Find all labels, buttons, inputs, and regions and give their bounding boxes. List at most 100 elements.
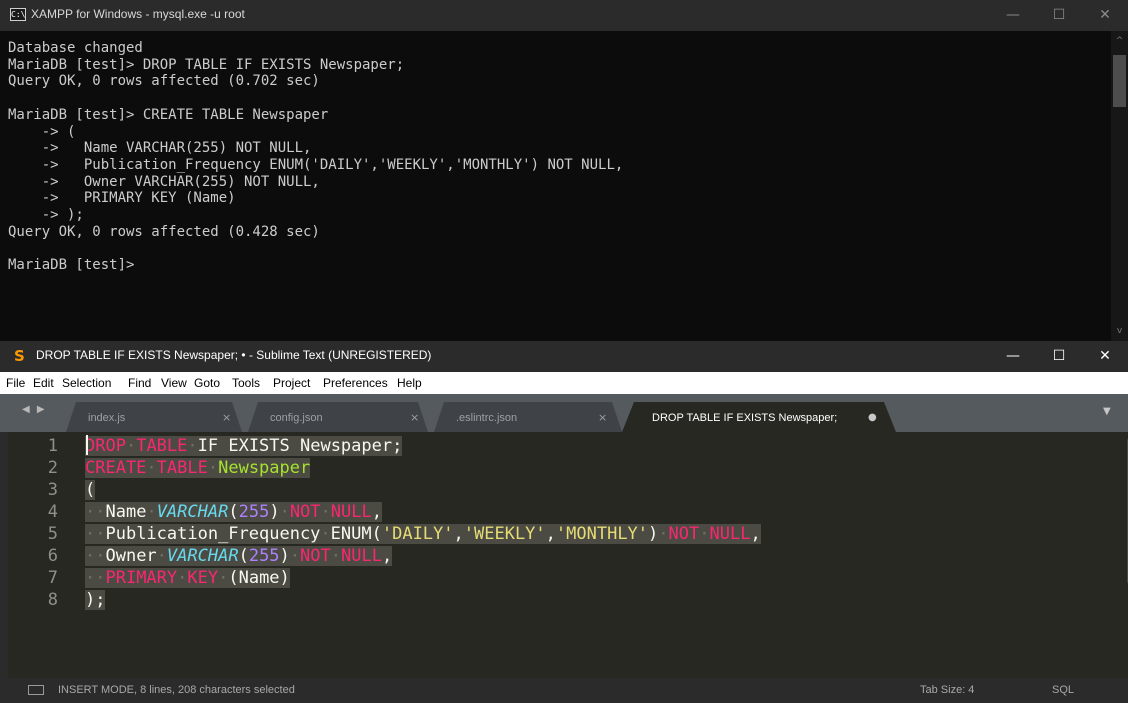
code-token: Name xyxy=(105,502,147,522)
menu-file[interactable]: File xyxy=(6,376,25,390)
sublime-maximize-button[interactable]: ☐ xyxy=(1036,341,1082,372)
console-icon: C:\ xyxy=(10,8,26,21)
code-token: 'WEEKLY' xyxy=(463,524,546,544)
code-token: 'DAILY' xyxy=(381,524,454,544)
line-number: 6 xyxy=(47,546,58,566)
menu-bar: File Edit Selection Find View Goto Tools… xyxy=(0,372,1128,394)
code-token: NULL xyxy=(330,502,372,522)
console-titlebar[interactable]: C:\ XAMPP for Windows - mysql.exe -u roo… xyxy=(0,0,1128,31)
code-token: 255 xyxy=(248,546,280,566)
tab-close-icon[interactable]: × xyxy=(222,411,231,424)
tab-bar: ◀ ▶ index.js × config.json × .eslintrc.j… xyxy=(0,394,1128,432)
code-token: · xyxy=(146,458,157,478)
code-token: DROP xyxy=(85,436,126,456)
menu-tools[interactable]: Tools xyxy=(232,376,260,390)
line-number: 1 xyxy=(47,436,58,456)
code-line-7: ··PRIMARY·KEY·(Name) xyxy=(85,568,290,590)
code-token: VARCHAR xyxy=(156,502,229,522)
tab-config-json[interactable]: config.json × xyxy=(258,402,419,432)
sublime-logo-icon: S xyxy=(14,347,25,365)
code-token: Owner xyxy=(105,546,157,566)
code-token: · xyxy=(146,502,157,522)
sublime-titlebar[interactable]: S DROP TABLE IF EXISTS Newspaper; • - Su… xyxy=(0,341,1128,372)
code-token: IF EXISTS Newspaper; xyxy=(197,436,403,456)
sublime-window: S DROP TABLE IF EXISTS Newspaper; • - Su… xyxy=(0,341,1128,703)
menu-find[interactable]: Find xyxy=(128,376,151,390)
code-line-8: ); xyxy=(85,590,106,612)
code-token: · xyxy=(207,458,219,478)
code-token: · xyxy=(279,502,290,522)
panel-toggle-icon[interactable] xyxy=(28,685,44,695)
status-text: INSERT MODE, 8 lines, 208 characters sel… xyxy=(58,684,295,696)
sublime-minimize-button[interactable]: — xyxy=(990,341,1036,372)
code-token: TABLE xyxy=(136,436,188,456)
code-token: · xyxy=(320,502,331,522)
console-minimize-button[interactable]: — xyxy=(990,0,1036,31)
code-token: Publication_Frequency xyxy=(105,524,321,544)
code-token: Newspaper xyxy=(218,458,311,478)
console-scrollbar[interactable]: ^ v xyxy=(1111,31,1128,341)
unsaved-dot-icon[interactable]: ● xyxy=(868,412,877,423)
tab-nav-arrows-icon[interactable]: ◀ ▶ xyxy=(22,404,47,415)
menu-view[interactable]: View xyxy=(161,376,187,390)
console-scroll-thumb[interactable] xyxy=(1113,55,1126,107)
line-number: 5 xyxy=(47,524,58,544)
code-token: (Name) xyxy=(228,568,290,588)
menu-edit[interactable]: Edit xyxy=(33,376,54,390)
scroll-down-icon[interactable]: v xyxy=(1111,323,1128,339)
code-token: ·· xyxy=(85,524,106,544)
line-number: 8 xyxy=(47,590,58,610)
console-close-button[interactable]: ✕ xyxy=(1082,0,1128,31)
code-editor[interactable]: 1 2 3 4 5 6 7 8 DROP·TABLE·IF EXISTS New… xyxy=(8,432,1128,678)
menu-help[interactable]: Help xyxy=(397,376,422,390)
tab-label: .eslintrc.json xyxy=(456,412,518,424)
line-number: 2 xyxy=(47,458,58,478)
code-token: 'MONTHLY' xyxy=(555,524,649,544)
code-token: ( xyxy=(238,546,249,566)
line-number-gutter: 1 2 3 4 5 6 7 8 xyxy=(8,432,80,678)
tab-active-drop-table[interactable]: DROP TABLE IF EXISTS Newspaper; ● xyxy=(640,402,890,432)
code-token: , xyxy=(381,546,393,566)
code-token: 255 xyxy=(238,502,270,522)
menu-project[interactable]: Project xyxy=(273,376,310,390)
console-output[interactable]: Database changed MariaDB [test]> DROP TA… xyxy=(8,40,1108,340)
tab-index-js[interactable]: index.js × xyxy=(76,402,236,432)
code-token: PRIMARY xyxy=(105,568,178,588)
code-token: ( xyxy=(228,502,239,522)
code-token: , xyxy=(750,524,761,544)
sublime-close-button[interactable]: ✕ xyxy=(1082,341,1128,372)
menu-preferences[interactable]: Preferences xyxy=(323,376,388,390)
scroll-up-icon[interactable]: ^ xyxy=(1111,33,1128,49)
menu-goto[interactable]: Goto xyxy=(194,376,220,390)
tab-size-indicator[interactable]: Tab Size: 4 xyxy=(920,684,974,696)
code-line-3: ( xyxy=(85,480,96,502)
code-token: TABLE xyxy=(156,458,208,478)
code-token: ) xyxy=(269,502,280,522)
console-title: XAMPP for Windows - mysql.exe -u root xyxy=(31,7,245,21)
line-number: 3 xyxy=(47,480,58,500)
code-token: ·· xyxy=(85,502,106,522)
code-line-1: DROP·TABLE·IF EXISTS Newspaper; xyxy=(85,436,403,458)
code-token: ·· xyxy=(85,568,106,588)
code-token: KEY xyxy=(187,568,219,588)
menu-selection[interactable]: Selection xyxy=(62,376,111,390)
tab-close-icon[interactable]: × xyxy=(598,411,607,424)
text-cursor xyxy=(86,435,88,455)
sublime-title: DROP TABLE IF EXISTS Newspaper; • - Subl… xyxy=(36,348,432,362)
console-maximize-button[interactable]: ☐ xyxy=(1036,0,1082,31)
code-token: · xyxy=(658,524,669,544)
code-token: VARCHAR xyxy=(166,546,239,566)
code-token: ENUM( xyxy=(330,524,382,544)
tab-eslintrc-json[interactable]: .eslintrc.json × xyxy=(444,402,614,432)
code-token: , xyxy=(453,524,464,544)
tab-close-icon[interactable]: × xyxy=(410,411,419,424)
code-token: · xyxy=(177,568,188,588)
console-window: C:\ XAMPP for Windows - mysql.exe -u roo… xyxy=(0,0,1128,341)
code-token: ) xyxy=(279,546,290,566)
tab-overflow-icon[interactable]: ▼ xyxy=(1103,406,1111,417)
code-token: · xyxy=(156,546,167,566)
code-token: · xyxy=(187,436,198,456)
code-token: NULL xyxy=(709,524,751,544)
syntax-indicator[interactable]: SQL xyxy=(1052,684,1074,696)
code-token: ·· xyxy=(85,546,106,566)
